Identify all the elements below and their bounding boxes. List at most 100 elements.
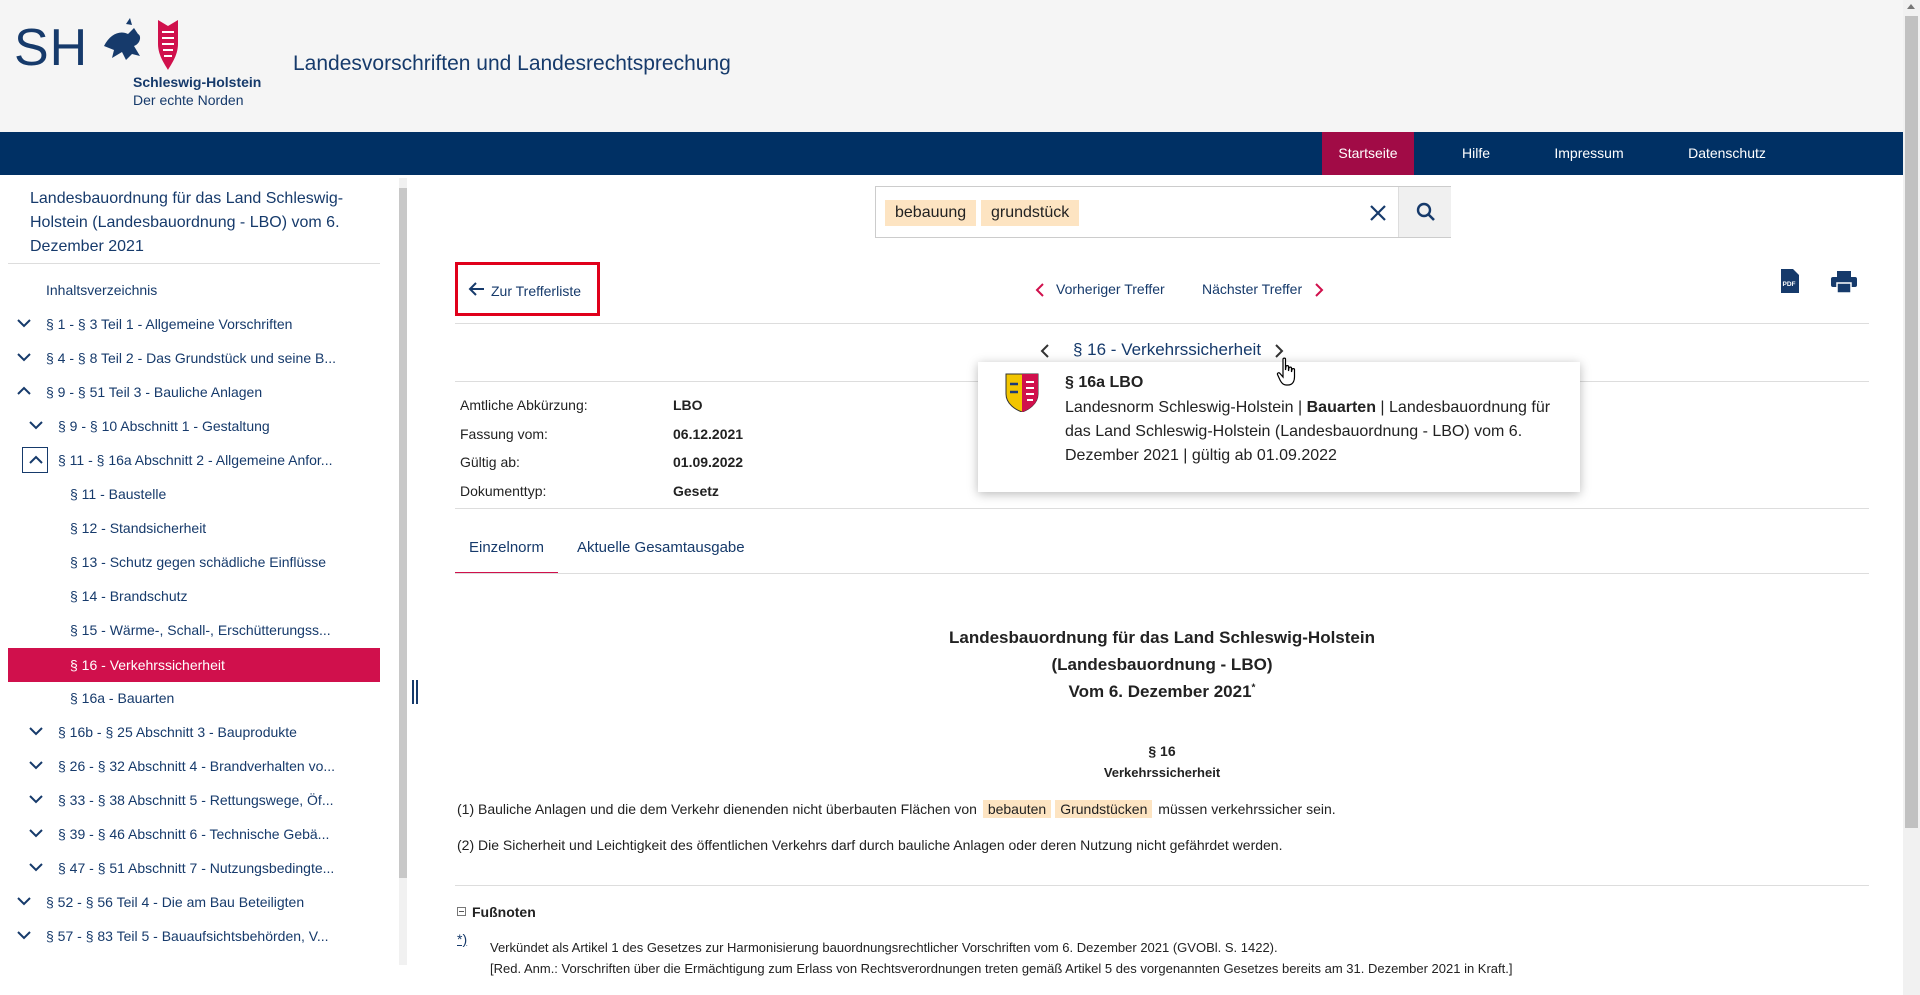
prev-hit-link[interactable]: Vorheriger Treffer [1056, 281, 1165, 297]
meta-value: 06.12.2021 [673, 426, 744, 442]
meta-label: Dokumenttyp: [460, 483, 547, 499]
pdf-icon[interactable]: PDF [1779, 269, 1799, 293]
toc-sidebar: Landesbauordnung für das Land Schleswig-… [0, 175, 400, 965]
chevron-down-icon[interactable] [24, 817, 48, 851]
search-bar[interactable]: bebauung grundstück [875, 186, 1451, 238]
search-tag[interactable]: grundstück [981, 200, 1080, 226]
nav-hilfe[interactable]: Hilfe [1440, 132, 1512, 175]
current-paragraph-link[interactable]: § 16 - Verkehrssicherheit [1073, 340, 1261, 360]
search-icon [1416, 202, 1435, 221]
coat-of-arms-icon [104, 18, 178, 70]
meta-label: Gültig ab: [460, 454, 520, 470]
logo-slogan: Der echte Norden [133, 92, 244, 108]
toc-item[interactable]: § 47 - § 51 Abschnitt 7 - Nutzungsbeding… [58, 851, 334, 885]
footnote-ref-link[interactable]: *) [457, 931, 467, 947]
chevron-left-icon[interactable] [1035, 283, 1045, 297]
search-highlight: Grundstücken [1055, 800, 1153, 818]
toc-label[interactable]: Inhaltsverzeichnis [46, 273, 157, 307]
scrollbar-thumb[interactable] [1905, 16, 1918, 828]
tooltip-body-bold: Bauarten [1306, 399, 1376, 416]
toc-item[interactable]: § 57 - § 83 Teil 5 - Bauaufsichtsbehörde… [46, 919, 329, 953]
hand-pointer-icon [1276, 357, 1296, 386]
search-button[interactable] [1398, 187, 1451, 237]
svg-text:PDF: PDF [1783, 281, 1796, 288]
tab-einzelnorm[interactable]: Einzelnorm [455, 530, 558, 574]
divider [455, 885, 1869, 886]
print-icon[interactable] [1831, 271, 1857, 293]
para1-text: müssen verkehrssicher sein. [1158, 801, 1336, 817]
divider [455, 508, 1869, 509]
tooltip-title: § 16a LBO [1065, 374, 1144, 391]
chevron-down-icon[interactable] [12, 885, 36, 919]
footnotes-label: Fußnoten [472, 904, 536, 920]
sidebar-scrollbar-thumb[interactable] [399, 188, 407, 878]
toc-item[interactable]: § 16b - § 25 Abschnitt 3 - Bauprodukte [58, 715, 297, 749]
arrow-left-icon [468, 282, 484, 296]
chevron-up-icon[interactable] [12, 375, 36, 409]
chevron-down-icon[interactable] [24, 409, 48, 443]
meta-label: Fassung vom: [460, 426, 548, 442]
chevron-down-icon[interactable] [12, 341, 36, 375]
footnotes-toggle[interactable]: Fußnoten [457, 904, 536, 920]
search-tag[interactable]: bebauung [885, 200, 977, 226]
toc-item[interactable]: § 4 - § 8 Teil 2 - Das Grundstück und se… [46, 341, 336, 375]
next-hit-link[interactable]: Nächster Treffer [1202, 281, 1302, 297]
sidebar-divider [8, 263, 380, 264]
toc-item[interactable]: § 15 - Wärme-, Schall-, Erschütterungss.… [70, 613, 331, 647]
toc-item[interactable]: § 14 - Brandschutz [70, 579, 188, 613]
page-scrollbar[interactable] [1903, 0, 1920, 995]
chevron-down-icon[interactable] [12, 919, 36, 953]
chevron-down-icon[interactable] [24, 851, 48, 885]
toc-item[interactable]: § 26 - § 32 Abschnitt 4 - Brandverhalten… [58, 749, 335, 783]
toc-item[interactable]: § 33 - § 38 Abschnitt 5 - Rettungswege, … [58, 783, 334, 817]
logo-short: SH [14, 19, 89, 77]
toc-item[interactable]: § 39 - § 46 Abschnitt 6 - Technische Geb… [58, 817, 329, 851]
doc-title-line2: (Landesbauordnung - LBO) [1051, 655, 1273, 674]
meta-value: 01.09.2022 [673, 454, 744, 470]
toc-item[interactable]: § 16a - Bauarten [70, 681, 174, 715]
search-highlight: bebauten [982, 800, 1052, 818]
doc-date: Vom 6. Dezember 2021 [1068, 682, 1252, 701]
tooltip-body-pre: Landesnorm Schleswig-Holstein | [1065, 399, 1307, 416]
toc-item-active[interactable]: § 16 - Verkehrssicherheit [8, 648, 380, 682]
collapse-icon[interactable] [457, 907, 466, 916]
chevron-down-icon[interactable] [24, 749, 48, 783]
nav-datenschutz[interactable]: Datenschutz [1672, 132, 1782, 175]
divider [455, 323, 1869, 324]
doc-title-line1: Landesbauordnung für das Land Schleswig-… [949, 628, 1375, 647]
sidebar-scrollbar[interactable] [399, 178, 407, 965]
chevron-down-icon[interactable] [24, 783, 48, 817]
toc-item[interactable]: § 9 - § 51 Teil 3 - Bauliche Anlagen [46, 375, 262, 409]
doc-title-line3: Vom 6. Dezember 2021* [455, 682, 1869, 702]
toc-item[interactable]: § 9 - § 10 Abschnitt 1 - Gestaltung [58, 409, 270, 443]
sidebar-resize-handle[interactable] [412, 680, 420, 704]
chevron-left-icon[interactable] [1040, 344, 1050, 358]
sh-logo[interactable]: SH Schleswig-Holstein Der echte Norden [14, 16, 261, 112]
scroll-up-icon[interactable] [1907, 4, 1915, 9]
chevron-up-icon[interactable] [22, 447, 48, 473]
toc-item[interactable]: § 13 - Schutz gegen schädliche Einflüsse [70, 545, 326, 579]
paragraph-2: (2) Die Sicherheit und Leichtigkeit des … [457, 837, 1283, 853]
toc-item[interactable]: § 11 - § 16a Abschnitt 2 - Allgemeine An… [58, 443, 332, 477]
nav-impressum[interactable]: Impressum [1537, 132, 1641, 175]
footnote-text: [Red. Anm.: Vorschriften über die Ermäch… [490, 961, 1513, 976]
chevron-right-icon[interactable] [1314, 283, 1324, 297]
chevron-right-icon[interactable] [1274, 344, 1284, 358]
tab-gesamtausgabe[interactable]: Aktuelle Gesamtausgabe [577, 530, 745, 574]
para1-text: (1) Bauliche Anlagen und die dem Verkehr… [457, 801, 977, 817]
toc-item[interactable]: § 11 - Baustelle [70, 477, 166, 511]
site-title: Landesvorschriften und Landesrechtsprech… [293, 52, 731, 75]
toc-item[interactable]: § 12 - Standsicherheit [70, 511, 206, 545]
back-to-results-button[interactable]: Zur Trefferliste [455, 262, 600, 316]
footnote-text: Verkündet als Artikel 1 des Gesetzes zur… [490, 940, 1278, 955]
footnote-marker[interactable]: * [1252, 682, 1256, 693]
tooltip-body: Landesnorm Schleswig-Holstein | Bauarten… [1065, 396, 1560, 468]
toc-item[interactable]: § 52 - § 56 Teil 4 - Die am Bau Beteilig… [46, 885, 304, 919]
chevron-down-icon[interactable] [12, 307, 36, 341]
toc-item[interactable]: § 1 - § 3 Teil 1 - Allgemeine Vorschrift… [46, 307, 292, 341]
nav-startseite[interactable]: Startseite [1322, 132, 1414, 175]
chevron-down-icon[interactable] [24, 715, 48, 749]
close-icon[interactable] [1366, 201, 1390, 225]
coat-of-arms-icon [1005, 373, 1039, 412]
sidebar-title[interactable]: Landesbauordnung für das Land Schleswig-… [30, 187, 360, 259]
